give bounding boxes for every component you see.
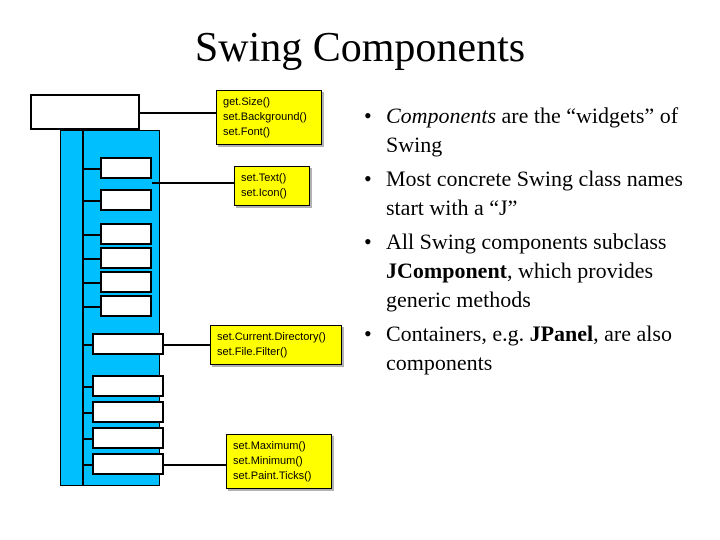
bullet-text: Components [386, 103, 496, 128]
callout-filechooser-methods: set.Current.Directory() set.File.Filter(… [210, 325, 342, 365]
bullet-item: Containers, e.g. JPanel, are also compon… [360, 320, 692, 377]
callout-label-methods: set.Text() set.Icon() [234, 166, 310, 206]
callout-line: set.Maximum() [233, 439, 325, 454]
callout-line: set.Text() [241, 171, 303, 186]
callout-line: set.Icon() [241, 186, 303, 201]
tree-branch [82, 200, 100, 202]
class-node [100, 247, 152, 269]
class-node [92, 453, 164, 475]
callout-line: set.Current.Directory() [217, 330, 335, 345]
callout-jcomponent-methods: get.Size() set.Background() set.Font() [216, 90, 322, 145]
tree-branch [82, 412, 92, 414]
bullet-text: Most concrete Swing class names start wi… [386, 166, 683, 220]
bullet-text: JComponent [386, 258, 507, 283]
callout-line: set.Font() [223, 125, 315, 140]
tree-trunk [82, 130, 84, 486]
callout-connector [164, 464, 226, 466]
class-node [100, 271, 152, 293]
callout-line: set.Background() [223, 110, 315, 125]
class-node [100, 157, 152, 179]
callout-line: set.Minimum() [233, 454, 325, 469]
bullet-text: All Swing components subclass [386, 229, 667, 254]
callout-connector [140, 112, 216, 114]
slide-title: Swing Components [0, 0, 720, 72]
tree-branch [82, 344, 92, 346]
class-node [92, 375, 164, 397]
tree-branch [82, 168, 100, 170]
root-class-box [30, 94, 140, 130]
diagram-column: get.Size() set.Background() set.Font() s… [12, 94, 352, 494]
callout-line: get.Size() [223, 95, 315, 110]
class-node [100, 295, 152, 317]
class-node [92, 401, 164, 423]
class-node [92, 333, 164, 355]
callout-connector [152, 182, 234, 184]
tree-branch [82, 234, 100, 236]
callout-line: set.Paint.Ticks() [233, 469, 325, 484]
bullet-list: Components are the “widgets” of Swing Mo… [360, 102, 692, 377]
callout-line: set.File.Filter() [217, 345, 335, 360]
callout-connector [164, 344, 210, 346]
slide: Swing Components [0, 0, 720, 540]
bullet-text: Containers, e.g. [386, 321, 530, 346]
bullet-item: Components are the “widgets” of Swing [360, 102, 692, 159]
text-column: Components are the “widgets” of Swing Mo… [352, 94, 692, 494]
tree-branch [82, 306, 100, 308]
bullet-text: JPanel [530, 321, 594, 346]
bullet-item: All Swing components subclass JComponent… [360, 228, 692, 314]
tree-branch [82, 438, 92, 440]
class-node [92, 427, 164, 449]
bullet-item: Most concrete Swing class names start wi… [360, 165, 692, 222]
tree-branch [82, 464, 92, 466]
class-node [100, 189, 152, 211]
tree-branch [82, 386, 92, 388]
class-hierarchy-diagram: get.Size() set.Background() set.Font() s… [12, 94, 342, 494]
tree-branch [82, 258, 100, 260]
tree-branch [82, 282, 100, 284]
content-area: get.Size() set.Background() set.Font() s… [0, 72, 720, 494]
class-node [100, 223, 152, 245]
callout-slider-methods: set.Maximum() set.Minimum() set.Paint.Ti… [226, 434, 332, 489]
